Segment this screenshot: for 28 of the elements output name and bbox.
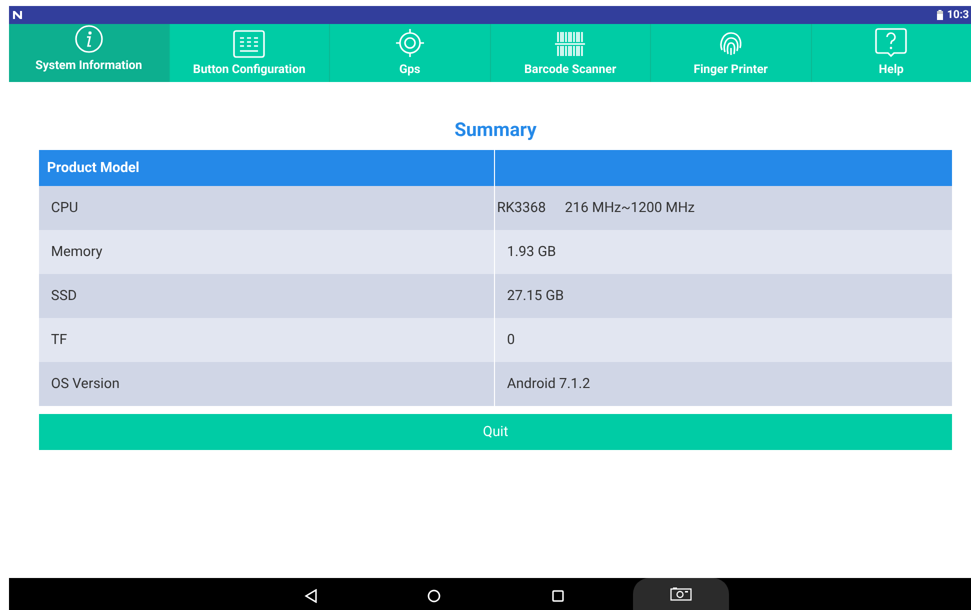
tab[interactable]: System Information (9, 24, 168, 82)
barcode-icon (554, 30, 586, 58)
table-cell: OS Version (39, 362, 495, 406)
help-icon (875, 28, 908, 58)
cell-value: 216 MHz~1200 MHz (564, 198, 695, 218)
cell-value: 27.15 GB (507, 286, 564, 306)
back-icon[interactable] (304, 589, 318, 603)
tab[interactable]: Gps (329, 24, 490, 82)
summary-heading: Summary (454, 117, 537, 143)
tab[interactable]: Button Configuration (168, 24, 329, 82)
tab[interactable]: Barcode Scanner (490, 24, 650, 82)
clock-time: 10:3 (946, 6, 969, 23)
cell-value: 0 (507, 330, 515, 350)
cell-value: 1.93 GB (507, 242, 556, 262)
tab[interactable]: Help (810, 24, 971, 82)
target-icon (394, 28, 425, 58)
keyboard-icon (233, 30, 266, 58)
notification-icon (13, 11, 22, 19)
tab[interactable]: Finger Printer (650, 24, 810, 82)
cell-value: Android 7.1.2 (507, 374, 590, 394)
home-icon[interactable] (427, 589, 441, 603)
quit-button[interactable]: Quit (39, 414, 952, 450)
recents-icon[interactable] (552, 590, 564, 602)
cell-value: RK3368 (497, 198, 546, 218)
camera-icon (670, 587, 692, 601)
battery-icon (936, 10, 943, 20)
screenshot-button[interactable] (633, 578, 729, 610)
info-icon (74, 24, 104, 54)
